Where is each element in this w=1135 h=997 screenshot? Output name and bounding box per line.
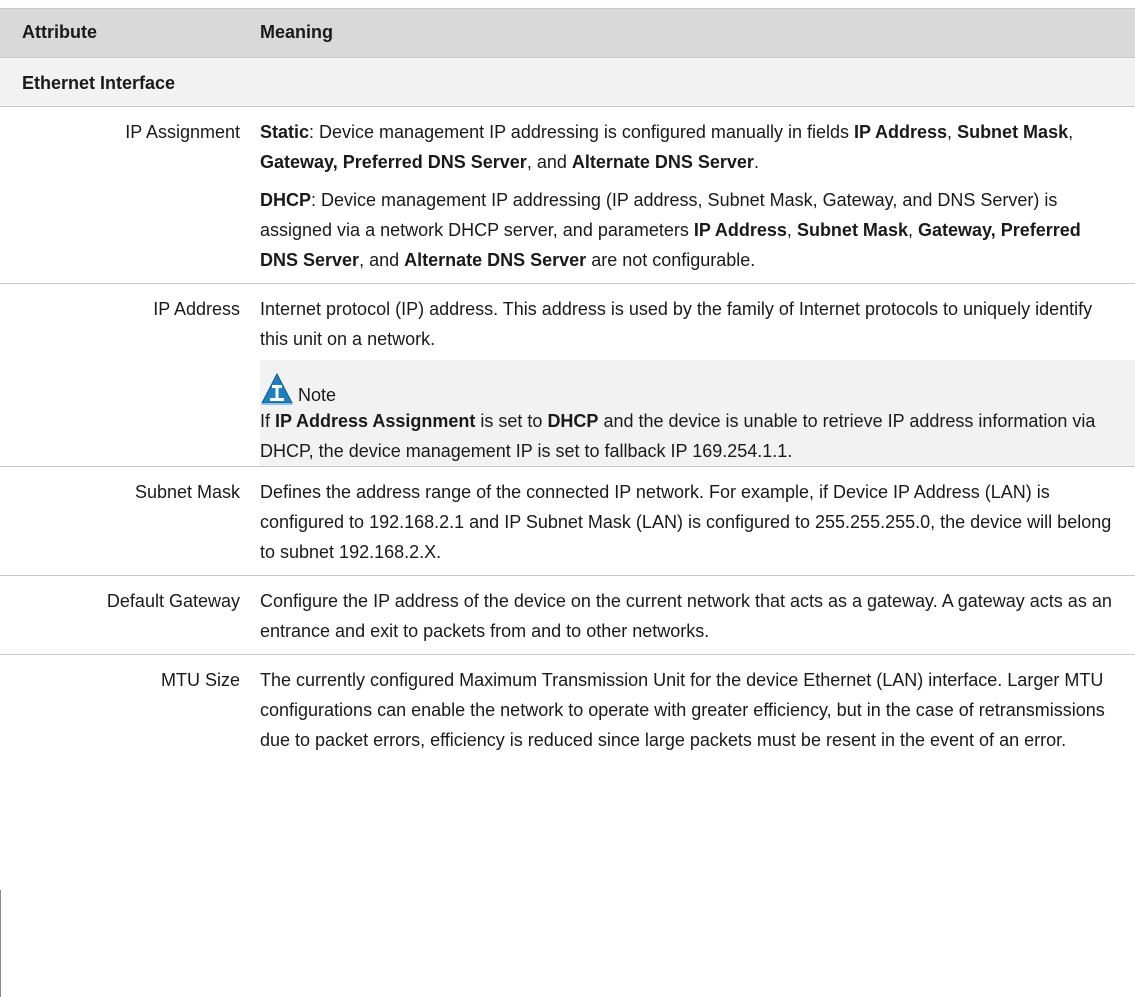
meaning-text: Configure the IP address of the device o… bbox=[260, 591, 1112, 641]
table-row: MTU Size The currently configured Maximu… bbox=[0, 655, 1135, 764]
table-left-border bbox=[0, 890, 1, 997]
note-label: Note bbox=[298, 385, 337, 405]
attribute-cell: IP Assignment bbox=[0, 106, 250, 284]
dhcp-paragraph: DHCP: Device management IP addressing (I… bbox=[260, 190, 1081, 270]
note-text: If IP Address Assignment is set to DHCP … bbox=[260, 411, 1096, 461]
section-title: Ethernet Interface bbox=[0, 57, 1135, 107]
table-row: Subnet Mask Defines the address range of… bbox=[0, 466, 1135, 576]
meaning-text: The currently configured Maximum Transmi… bbox=[260, 670, 1105, 750]
meaning-text: Defines the address range of the connect… bbox=[260, 482, 1112, 562]
attribute-cell: Subnet Mask bbox=[0, 466, 250, 576]
static-paragraph: Static: Device management IP addressing … bbox=[260, 122, 1074, 172]
meaning-cell: Configure the IP address of the device o… bbox=[250, 575, 1135, 655]
meaning-cell: Internet protocol (IP) address. This add… bbox=[250, 283, 1135, 467]
note-triangle-icon bbox=[260, 372, 294, 406]
table-row: Default Gateway Configure the IP address… bbox=[0, 575, 1135, 655]
table-row: IP Assignment Static: Device management … bbox=[0, 106, 1135, 284]
section-row: Ethernet Interface bbox=[0, 57, 1135, 107]
attribute-table: Attribute Meaning Ethernet Interface IP … bbox=[0, 8, 1135, 763]
attribute-cell: MTU Size bbox=[160, 670, 240, 690]
table-row: IP Address Internet protocol (IP) addres… bbox=[0, 283, 1135, 467]
attribute-cell: Default Gateway bbox=[0, 575, 250, 655]
meaning-cell: Static: Device management IP addressing … bbox=[250, 106, 1135, 284]
attribute-cell: IP Address bbox=[0, 283, 250, 467]
meaning-cell: Defines the address range of the connect… bbox=[250, 466, 1135, 576]
note-header: Note bbox=[260, 362, 1125, 406]
meaning-text: Internet protocol (IP) address. This add… bbox=[260, 299, 1093, 349]
header-meaning: Meaning bbox=[250, 8, 1135, 58]
meaning-cell: The currently configured Maximum Transmi… bbox=[250, 655, 1135, 764]
table-header-row: Attribute Meaning bbox=[0, 8, 1135, 58]
header-attribute: Attribute bbox=[0, 8, 250, 58]
note-box: Note If IP Address Assignment is set to … bbox=[260, 360, 1135, 466]
